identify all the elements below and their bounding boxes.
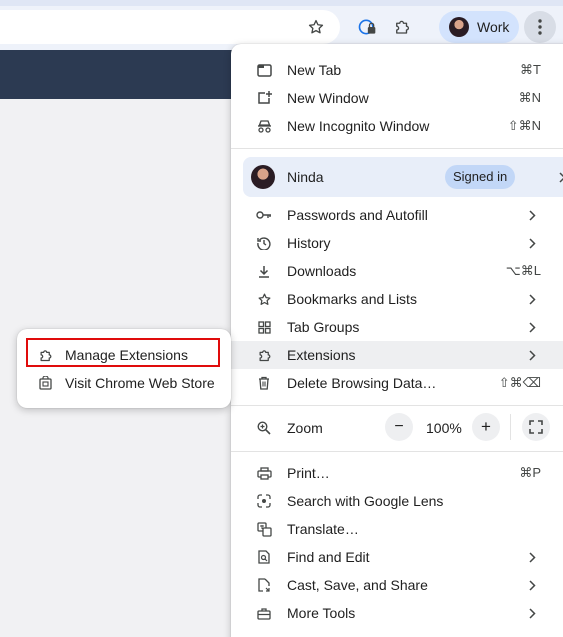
menu-item-find-edit[interactable]: Find and Edit bbox=[231, 543, 563, 571]
menu-divider bbox=[231, 148, 563, 149]
print-icon bbox=[256, 465, 272, 481]
menu-item-cast-save-share[interactable]: Cast, Save, and Share bbox=[231, 571, 563, 599]
history-icon bbox=[256, 235, 272, 251]
menu-item-new-window[interactable]: New Window ⌘N bbox=[231, 84, 563, 112]
menu-item-passwords-autofill[interactable]: Passwords and Autofill bbox=[231, 201, 563, 229]
chevron-right-icon bbox=[527, 606, 537, 620]
password-manager-icon[interactable] bbox=[351, 11, 383, 43]
menu-item-shortcut: ⇧⌘N bbox=[507, 118, 541, 133]
chrome-main-menu: New Tab ⌘T New Window ⌘N New Incognito W… bbox=[231, 44, 563, 637]
new-window-icon bbox=[256, 90, 272, 106]
browser-toolbar: Work bbox=[0, 0, 563, 50]
avatar bbox=[251, 165, 275, 189]
plus-icon: + bbox=[481, 417, 491, 436]
bookmark-star-icon[interactable] bbox=[300, 11, 332, 43]
more-vert-icon bbox=[538, 19, 542, 35]
extensions-puzzle-icon bbox=[256, 347, 272, 363]
menu-item-label: New Incognito Window bbox=[287, 118, 430, 134]
menu-item-label: History bbox=[287, 235, 331, 251]
menu-item-label: Passwords and Autofill bbox=[287, 207, 428, 223]
menu-item-tab-groups[interactable]: Tab Groups bbox=[231, 313, 563, 341]
menu-item-delete-browsing-data[interactable]: Delete Browsing Data… ⇧⌘⌫ bbox=[231, 369, 563, 397]
submenu-item-chrome-web-store[interactable]: Visit Chrome Web Store bbox=[17, 369, 231, 397]
submenu-item-label: Visit Chrome Web Store bbox=[65, 375, 215, 391]
menu-item-new-incognito-window[interactable]: New Incognito Window ⇧⌘N bbox=[231, 112, 563, 140]
menu-item-translate[interactable]: Translate… bbox=[231, 515, 563, 543]
more-menu-button[interactable] bbox=[524, 11, 556, 43]
star-icon bbox=[256, 291, 272, 307]
chevron-right-icon bbox=[527, 578, 537, 592]
menu-item-label: Downloads bbox=[287, 263, 357, 279]
menu-item-downloads[interactable]: Downloads ⌥⌘L bbox=[231, 257, 563, 285]
chevron-right-icon bbox=[527, 236, 537, 250]
zoom-separator bbox=[510, 414, 511, 440]
menu-item-shortcut: ⌘T bbox=[520, 62, 541, 77]
chevron-right-icon bbox=[527, 208, 537, 222]
web-store-icon bbox=[37, 375, 53, 391]
menu-item-shortcut: ⌘P bbox=[519, 465, 541, 480]
zoom-value: 100% bbox=[426, 420, 462, 436]
minus-icon: − bbox=[394, 418, 404, 435]
menu-item-print[interactable]: Print… ⌘P bbox=[231, 459, 563, 487]
extensions-puzzle-icon[interactable] bbox=[386, 11, 418, 43]
toolbox-icon bbox=[256, 605, 272, 621]
fullscreen-icon bbox=[529, 420, 543, 434]
download-icon bbox=[256, 263, 272, 279]
highlight-annotation-box bbox=[26, 338, 220, 367]
incognito-icon bbox=[256, 118, 272, 134]
menu-item-google-lens[interactable]: Search with Google Lens bbox=[231, 487, 563, 515]
key-icon bbox=[256, 207, 272, 223]
menu-item-label: Find and Edit bbox=[287, 549, 370, 565]
address-bar[interactable] bbox=[0, 10, 340, 44]
menu-item-history[interactable]: History bbox=[231, 229, 563, 257]
menu-profile-row[interactable]: Ninda Signed in bbox=[243, 157, 563, 197]
extensions-submenu: Manage Extensions Visit Chrome Web Store bbox=[17, 329, 231, 408]
menu-item-new-tab[interactable]: New Tab ⌘T bbox=[231, 56, 563, 84]
menu-item-label: Extensions bbox=[287, 347, 356, 363]
profile-name: Ninda bbox=[287, 169, 324, 185]
zoom-label: Zoom bbox=[287, 420, 323, 436]
menu-item-shortcut: ⌥⌘L bbox=[505, 263, 541, 278]
menu-item-label: Search with Google Lens bbox=[287, 493, 444, 509]
menu-item-label: New Window bbox=[287, 90, 369, 106]
menu-zoom-row: Zoom − 100% + bbox=[231, 412, 563, 444]
new-tab-icon bbox=[256, 62, 272, 78]
translate-icon bbox=[256, 521, 272, 537]
avatar bbox=[449, 17, 469, 37]
menu-divider bbox=[231, 451, 563, 452]
zoom-icon bbox=[256, 420, 272, 436]
zoom-out-button[interactable]: − bbox=[385, 413, 413, 441]
tab-strip bbox=[0, 0, 563, 6]
menu-item-shortcut: ⌘N bbox=[518, 90, 541, 105]
menu-item-label: More Tools bbox=[287, 605, 356, 621]
browser-window: Work New Tab ⌘T New Window ⌘N New Incogn… bbox=[0, 0, 563, 637]
menu-item-more-tools[interactable]: More Tools bbox=[231, 599, 563, 627]
menu-item-label: Tab Groups bbox=[287, 319, 360, 335]
profile-chip[interactable]: Work bbox=[439, 11, 519, 43]
lens-icon bbox=[256, 493, 272, 509]
menu-divider bbox=[231, 405, 563, 406]
chevron-right-icon bbox=[527, 292, 537, 306]
profile-chip-label: Work bbox=[477, 19, 510, 35]
menu-item-label: Print… bbox=[287, 465, 330, 481]
trash-icon bbox=[256, 375, 272, 391]
find-icon bbox=[256, 549, 272, 565]
status-badge: Signed in bbox=[445, 165, 516, 189]
menu-item-shortcut: ⇧⌘⌫ bbox=[498, 375, 541, 390]
chevron-right-icon bbox=[527, 348, 537, 362]
menu-item-label: Bookmarks and Lists bbox=[287, 291, 417, 307]
menu-item-label: Delete Browsing Data… bbox=[287, 375, 437, 391]
chevron-right-icon bbox=[557, 170, 563, 184]
cast-icon bbox=[256, 577, 272, 593]
chevron-right-icon bbox=[527, 320, 537, 334]
chevron-right-icon bbox=[527, 550, 537, 564]
fullscreen-button[interactable] bbox=[522, 413, 550, 441]
tab-groups-icon bbox=[256, 319, 272, 335]
menu-item-extensions[interactable]: Extensions bbox=[231, 341, 563, 369]
menu-item-bookmarks-lists[interactable]: Bookmarks and Lists bbox=[231, 285, 563, 313]
zoom-in-button[interactable]: + bbox=[472, 413, 500, 441]
menu-item-label: New Tab bbox=[287, 62, 342, 78]
menu-item-label: Translate… bbox=[287, 521, 359, 537]
menu-item-label: Cast, Save, and Share bbox=[287, 577, 428, 593]
